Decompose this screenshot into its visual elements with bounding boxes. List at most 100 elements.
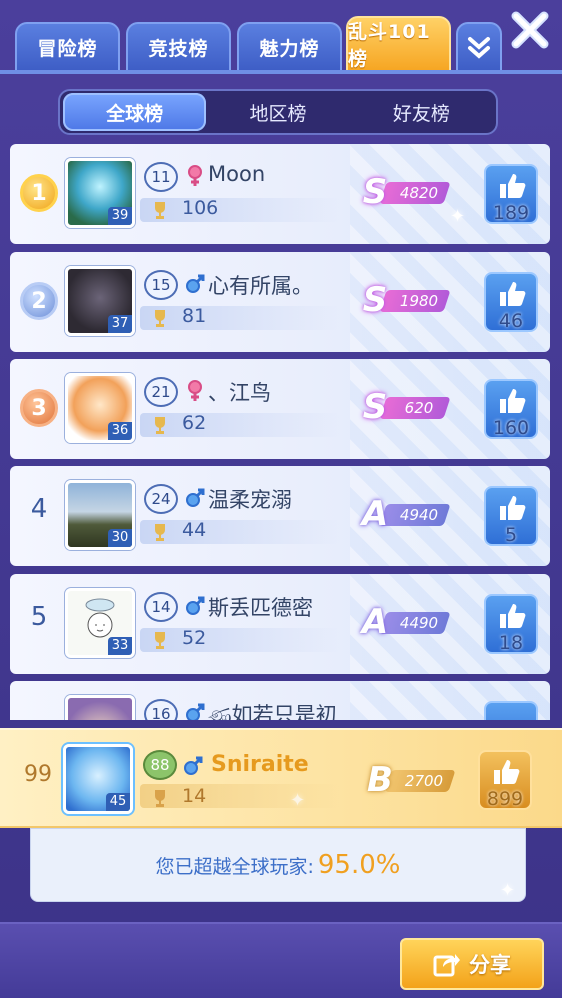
trophy-icon <box>155 790 165 807</box>
avatar[interactable]: 33 <box>65 588 135 658</box>
bronze-medal-icon: 3 <box>20 389 58 427</box>
avatar-level: 39 <box>108 207 132 225</box>
rank-number: 5 <box>30 602 48 632</box>
share-label: 分享 <box>469 953 511 977</box>
tab-charm[interactable]: 魅力榜 <box>237 22 342 72</box>
chevron-down-icon <box>468 37 490 59</box>
trophy-count: 44 <box>182 519 207 541</box>
my-avatar[interactable]: 45 <box>63 744 133 814</box>
tab-brawl-101[interactable]: 乱斗101榜 <box>346 16 451 72</box>
male-icon <box>184 756 203 775</box>
my-level-badge: 88 <box>143 750 177 780</box>
tab-arena[interactable]: 竞技榜 <box>126 22 231 72</box>
tab-underline <box>0 70 562 74</box>
leaderboard-row[interactable]: 2 37 15 心有所属。 81 S 1980 46 <box>10 252 550 352</box>
grade-badge: S 4820 <box>355 172 455 212</box>
leaderboard-list[interactable]: 1 39 11 Moon 106 S 4820 189 2 37 15 心有所属… <box>10 144 550 720</box>
close-icon <box>511 11 549 49</box>
thumbs-up-icon <box>500 389 526 413</box>
leaderboard-row[interactable]: 3 36 21 、江鸟 62 S 620 160 <box>10 359 550 459</box>
close-button[interactable] <box>510 10 550 50</box>
subtab-friends[interactable]: 好友榜 <box>350 93 493 131</box>
subtab-region[interactable]: 地区榜 <box>206 93 349 131</box>
like-count: 18 <box>498 632 524 654</box>
player-name: Moon <box>208 162 266 186</box>
avatar[interactable]: 30 <box>65 480 135 550</box>
avatar[interactable]: 37 <box>65 266 135 336</box>
trophy-bar <box>140 628 340 652</box>
grade-badge: A 4940 <box>355 494 455 534</box>
silver-medal-icon: 2 <box>20 282 58 320</box>
my-rank-number: 99 <box>24 762 52 787</box>
grade-value: 620 <box>404 399 434 417</box>
subtab-global[interactable]: 全球榜 <box>63 93 207 131</box>
player-name: 温柔宠溺 <box>208 488 292 512</box>
male-icon <box>186 488 205 507</box>
leaderboard-row[interactable]: 1 39 11 Moon 106 S 4820 189 <box>10 144 550 244</box>
trophy-icon <box>155 417 165 434</box>
trophy-bar <box>140 413 340 437</box>
grade-badge: S 1980 <box>355 280 455 320</box>
trophy-icon <box>155 524 165 541</box>
leaderboard-row[interactable]: 16 ණ如若只是初 <box>10 681 550 720</box>
leaderboard-row[interactable]: 4 30 24 温柔宠溺 44 A 4940 5 <box>10 466 550 566</box>
player-name: 、江鸟 <box>208 381 271 405</box>
grade-value: 1980 <box>399 292 439 310</box>
male-icon <box>186 703 205 720</box>
player-name: 斯丢匹德密 <box>208 596 313 620</box>
thumbs-up-icon <box>500 496 526 520</box>
level-badge: 15 <box>144 270 178 300</box>
female-icon <box>188 380 202 401</box>
trophy-bar <box>140 306 340 330</box>
scope-switch: 全球榜 地区榜 好友榜 <box>58 89 498 135</box>
avatar[interactable]: 36 <box>65 373 135 443</box>
trophy-count: 52 <box>182 627 207 649</box>
grade-badge: A 4490 <box>355 602 455 642</box>
like-button[interactable] <box>484 701 538 720</box>
player-name: ණ如若只是初 <box>208 703 337 720</box>
trophy-count: 81 <box>182 305 207 327</box>
tab-adventure[interactable]: 冒险榜 <box>15 22 120 72</box>
grade-value: 4940 <box>399 506 439 524</box>
trophy-count: 106 <box>182 197 219 219</box>
avatar-level: 37 <box>108 315 132 333</box>
thumbs-up-icon <box>494 760 520 784</box>
level-badge: 21 <box>144 377 178 407</box>
level-badge: 16 <box>144 699 178 720</box>
my-rank-bar[interactable]: 99 45 88 Sniraite 14 B 2700 899 <box>0 728 562 828</box>
thumbs-up-icon <box>500 604 526 628</box>
my-player-name: Sniraite <box>211 752 309 777</box>
like-count: 5 <box>504 524 518 546</box>
male-icon <box>186 596 205 615</box>
share-icon <box>433 954 460 977</box>
leaderboard-row[interactable]: 5 33 14 斯丢匹德密 52 A 4490 18 <box>10 574 550 674</box>
like-count: 189 <box>492 202 530 224</box>
trophy-bar <box>140 784 340 808</box>
trophy-icon <box>155 310 165 327</box>
male-icon <box>186 274 205 293</box>
player-name: 心有所属。 <box>208 274 313 298</box>
my-like-count: 899 <box>486 788 524 810</box>
sparkle-icon: ✦ <box>500 880 516 901</box>
level-badge: 14 <box>144 592 178 622</box>
percentile-label: 您已超越全球玩家: <box>155 855 314 878</box>
like-count: 46 <box>498 310 524 332</box>
level-badge: 11 <box>144 162 178 192</box>
trophy-bar <box>140 198 340 222</box>
grade-badge: B 2700 <box>360 760 460 800</box>
trophy-icon <box>155 632 165 649</box>
thumbs-up-icon <box>500 282 526 306</box>
avatar-level: 45 <box>106 793 130 811</box>
avatar-level: 36 <box>108 422 132 440</box>
avatar[interactable] <box>65 695 135 720</box>
share-button[interactable]: 分享 <box>400 938 544 990</box>
trophy-bar <box>140 520 340 544</box>
my-trophy-count: 14 <box>182 785 207 807</box>
gold-medal-icon: 1 <box>20 174 58 212</box>
like-count: 160 <box>492 417 530 439</box>
more-tabs-button[interactable] <box>456 22 502 72</box>
top-tab-bar: 冒险榜 竞技榜 魅力榜 乱斗101榜 <box>0 0 562 74</box>
grade-value: 4490 <box>399 614 439 632</box>
avatar[interactable]: 39 <box>65 158 135 228</box>
avatar-level: 33 <box>108 637 132 655</box>
